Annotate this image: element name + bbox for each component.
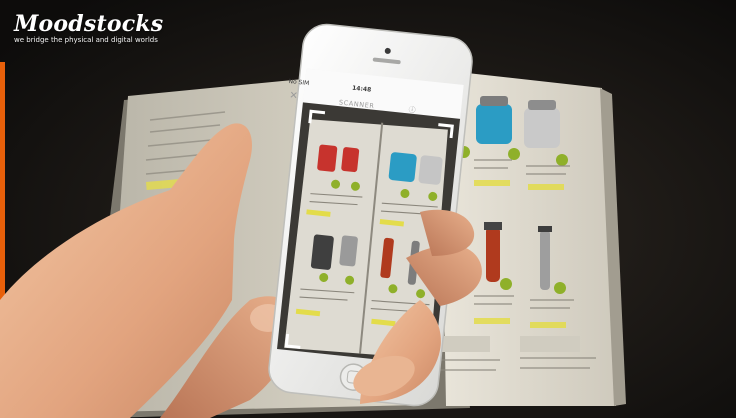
carrier-label: No SIM	[288, 77, 310, 88]
close-icon[interactable]: ✕	[289, 90, 298, 102]
moodstocks-logo: Moodstocks we bridge the physical and di…	[14, 12, 163, 45]
status-time: 14:48	[351, 84, 372, 94]
scanner-title: SCANNER	[338, 98, 375, 111]
info-icon[interactable]: ⓘ	[408, 105, 416, 116]
logo-tagline: we bridge the physical and digital world…	[14, 36, 158, 44]
logo-name: Moodstocks	[14, 11, 164, 37]
photo-scene	[0, 0, 736, 418]
